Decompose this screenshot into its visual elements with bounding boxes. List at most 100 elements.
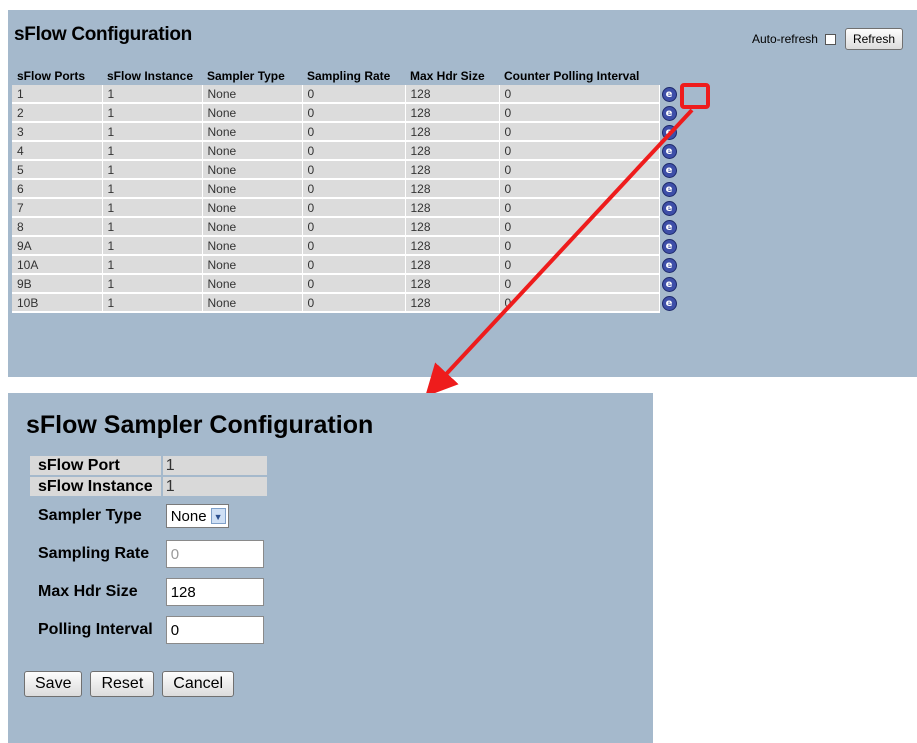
sampling-rate-row: Sampling Rate: [30, 536, 267, 572]
edit-icon[interactable]: e: [661, 200, 677, 216]
edit-icon[interactable]: e: [661, 162, 677, 178]
port-cell: 4: [12, 141, 103, 161]
counter-polling-interval-cell: 0: [499, 160, 660, 180]
sampling-rate-cell: [163, 536, 267, 572]
counter-polling-interval-cell: 0: [499, 217, 660, 237]
auto-refresh-checkbox[interactable]: [824, 33, 836, 45]
max-hdr-size-input[interactable]: [165, 578, 264, 606]
counter-polling-interval-cell: 0: [499, 293, 660, 313]
edit-icon[interactable]: e: [661, 238, 677, 254]
edit-icon-highlight: [680, 83, 710, 109]
max-hdr-size-cell: [163, 574, 267, 610]
edit-cell: e: [659, 85, 679, 103]
instance-cell: 1: [102, 198, 203, 218]
max-hdr-size-cell: 128: [405, 255, 500, 275]
instance-cell: 1: [102, 255, 203, 275]
sampler-type-cell: None: [202, 160, 303, 180]
instance-cell: 1: [102, 217, 203, 237]
column-header: sFlow Ports: [17, 69, 86, 83]
max-hdr-size-row: Max Hdr Size: [30, 574, 267, 610]
table-row: 9A 1 None 0 128 0 e: [12, 236, 679, 256]
sampler-type-row: Sampler Type None ▼: [30, 498, 267, 534]
reset-button[interactable]: Reset: [90, 671, 155, 697]
max-hdr-size-cell: 128: [405, 179, 500, 199]
counter-polling-interval-cell: 0: [499, 198, 660, 218]
port-cell: 10B: [12, 293, 103, 313]
sampling-rate-cell: 0: [302, 141, 406, 161]
cancel-button[interactable]: Cancel: [162, 671, 235, 697]
max-hdr-size-cell: 128: [405, 236, 500, 256]
counter-polling-interval-cell: 0: [499, 103, 660, 123]
counter-polling-interval-cell: 0: [499, 179, 660, 199]
max-hdr-size-label: Max Hdr Size: [38, 583, 138, 600]
sampling-rate-cell: 0: [302, 274, 406, 294]
max-hdr-size-cell: 128: [405, 160, 500, 180]
sampler-type-cell: None: [202, 236, 303, 256]
column-header: Counter Polling Interval: [504, 69, 640, 83]
sflow-instance-value: 1: [162, 477, 267, 496]
max-hdr-size-cell: 128: [405, 198, 500, 218]
polling-interval-input[interactable]: [165, 616, 264, 644]
table-row: 8 1 None 0 128 0 e: [12, 217, 679, 237]
table-row: 5 1 None 0 128 0 e: [12, 160, 679, 180]
edit-icon[interactable]: e: [661, 219, 677, 235]
sampling-rate-cell: 0: [302, 236, 406, 256]
sampling-rate-input[interactable]: [165, 540, 264, 568]
polling-interval-cell: [163, 612, 267, 648]
edit-icon[interactable]: e: [661, 257, 677, 273]
instance-cell: 1: [102, 274, 203, 294]
edit-icon[interactable]: e: [661, 105, 677, 121]
edit-icon[interactable]: e: [661, 181, 677, 197]
edit-icon[interactable]: e: [661, 295, 677, 311]
column-header: Sampler Type: [207, 69, 285, 83]
chevron-down-icon[interactable]: ▼: [210, 508, 226, 524]
port-cell: 9B: [12, 274, 103, 294]
table-row: 2 1 None 0 128 0 e: [12, 103, 679, 123]
edit-column-header: [659, 66, 679, 85]
table-row: 6 1 None 0 128 0 e: [12, 179, 679, 199]
column-header: sFlow Instance: [107, 69, 194, 83]
edit-cell: e: [659, 141, 679, 160]
edit-icon[interactable]: e: [661, 124, 677, 140]
page-title: sFlow Configuration: [14, 24, 192, 45]
sampler-type-cell: None: [202, 179, 303, 199]
edit-icon[interactable]: e: [661, 276, 677, 292]
sampler-title: sFlow Sampler Configuration: [26, 411, 374, 439]
sampler-type-cell: None: [202, 198, 303, 218]
port-cell: 6: [12, 179, 103, 199]
port-cell: 9A: [12, 236, 103, 256]
sflow-port-label: sFlow Port: [30, 456, 161, 475]
edit-cell: e: [659, 103, 679, 122]
sflow-port-row: sFlow Port 1: [30, 456, 267, 475]
port-cell: 1: [12, 85, 103, 104]
max-hdr-size-cell: 128: [405, 217, 500, 237]
table-row: 1 1 None 0 128 0 e: [12, 85, 679, 104]
sampler-type-cell: None: [202, 217, 303, 237]
port-cell: 10A: [12, 255, 103, 275]
max-hdr-size-cell: 128: [405, 85, 500, 104]
sampler-type-cell: None: [202, 103, 303, 123]
sampler-type-label: Sampler Type: [38, 507, 142, 524]
counter-polling-interval-cell: 0: [499, 122, 660, 142]
sflow-instance-label: sFlow Instance: [30, 477, 161, 496]
save-button[interactable]: Save: [24, 671, 83, 697]
edit-icon[interactable]: e: [661, 87, 677, 102]
counter-polling-interval-cell: 0: [499, 274, 660, 294]
sflow-port-value: 1: [162, 456, 267, 475]
column-header: Sampling Rate: [307, 69, 391, 83]
sampler-type-cell: None: [202, 85, 303, 104]
port-cell: 2: [12, 103, 103, 123]
polling-interval-row: Polling Interval: [30, 612, 267, 648]
instance-cell: 1: [102, 141, 203, 161]
edit-cell: e: [659, 179, 679, 198]
edit-icon[interactable]: e: [661, 143, 677, 159]
max-hdr-size-cell: 128: [405, 103, 500, 123]
edit-cell: e: [659, 236, 679, 255]
sflow-ports-body: 1 1 None 0 128 0 e 2 1 None 0 128 0 e 3 1 None 0 128 0 e 4 1 No…: [12, 85, 679, 313]
auto-refresh-group: Auto-refresh Refresh: [752, 28, 903, 50]
refresh-button[interactable]: Refresh: [844, 28, 903, 50]
sampling-rate-cell: 0: [302, 217, 406, 237]
table-row: 3 1 None 0 128 0 e: [12, 122, 679, 142]
edit-cell: e: [659, 198, 679, 217]
sampler-type-select[interactable]: None ▼: [165, 504, 229, 528]
